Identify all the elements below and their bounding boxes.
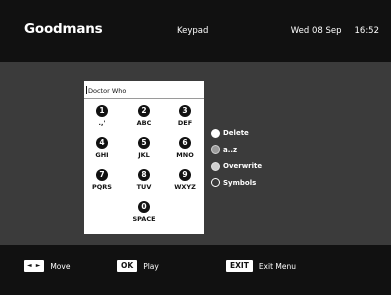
option-label: Overwrite (223, 162, 263, 171)
key-letters: .,' (98, 119, 106, 127)
key-letters: GHI (95, 151, 109, 159)
key-4[interactable]: 4 GHI (85, 137, 119, 159)
key-number-badge: 7 (96, 169, 108, 181)
key-3[interactable]: 3 DEF (168, 105, 202, 127)
option-a-z[interactable]: a..z (211, 142, 262, 159)
key-letters: WXYZ (174, 183, 196, 191)
hint-exit: EXIT Exit Menu (226, 260, 296, 272)
keypad-options: Delete a..z Overwrite Symbols (211, 125, 262, 191)
key-number-badge: 3 (179, 105, 191, 117)
key-number-badge: 9 (179, 169, 191, 181)
text-caret (86, 86, 87, 94)
white-circle-icon (211, 128, 220, 138)
option-overwrite[interactable]: Overwrite (211, 158, 262, 175)
ok-key-icon: OK (117, 260, 138, 272)
key-number-badge: 8 (138, 169, 150, 181)
key-letters: TUV (136, 183, 152, 191)
date-label: Wed 08 Sep (290, 26, 342, 36)
header-bar: Goodmans Keypad Wed 08 Sep 16:52 (0, 0, 391, 62)
key-number-badge: 4 (96, 137, 108, 149)
keypad-panel: Doctor Who 1 .,' 2 ABC 3 DEF 4 GHI 5 JKL… (84, 81, 204, 234)
option-delete[interactable]: Delete (211, 125, 262, 142)
key-number-badge: 0 (138, 201, 150, 213)
key-1[interactable]: 1 .,' (85, 105, 119, 127)
key-0[interactable]: 0 SPACE (127, 201, 161, 223)
key-letters: ABC (136, 119, 152, 127)
key-letters: PQRS (92, 183, 112, 191)
key-letters: SPACE (132, 215, 156, 223)
option-symbols[interactable]: Symbols (211, 175, 262, 192)
page-title: Keypad (177, 26, 209, 36)
key-number-badge: 1 (96, 105, 108, 117)
time-label: 16:52 (354, 26, 380, 36)
grey-circle-icon (211, 145, 220, 155)
hint-move-label: Move (50, 261, 71, 271)
key-5[interactable]: 5 JKL (127, 137, 161, 159)
brand-logo: Goodmans (24, 21, 103, 37)
hint-move: ◄ ► Move (24, 260, 70, 272)
hint-play: OK Play (117, 260, 159, 272)
key-letters: DEF (177, 119, 193, 127)
key-7[interactable]: 7 PQRS (85, 169, 119, 191)
main-panel: Doctor Who 1 .,' 2 ABC 3 DEF 4 GHI 5 JKL… (0, 62, 391, 245)
key-letters: MNO (176, 151, 194, 159)
hint-play-label: Play (143, 261, 159, 271)
outline-circle-icon (211, 178, 220, 188)
text-entry-field[interactable]: Doctor Who (84, 81, 204, 99)
lightgrey-circle-icon (211, 161, 220, 171)
exit-key-icon: EXIT (226, 260, 253, 272)
option-label: Symbols (223, 178, 257, 187)
option-label: Delete (223, 129, 249, 138)
key-number-badge: 2 (138, 105, 150, 117)
date-time: Wed 08 Sep 16:52 (291, 26, 379, 36)
hint-exit-label: Exit Menu (258, 261, 296, 271)
key-2[interactable]: 2 ABC (127, 105, 161, 127)
key-letters: JKL (138, 151, 150, 159)
key-6[interactable]: 6 MNO (168, 137, 202, 159)
key-number-badge: 5 (138, 137, 150, 149)
left-right-arrows-icon: ◄ ► (24, 260, 45, 272)
entry-text: Doctor Who (88, 87, 127, 95)
option-label: a..z (223, 145, 238, 154)
key-8[interactable]: 8 TUV (127, 169, 161, 191)
key-9[interactable]: 9 WXYZ (168, 169, 202, 191)
footer-bar: ◄ ► Move OK Play EXIT Exit Menu (0, 245, 391, 295)
key-number-badge: 6 (179, 137, 191, 149)
